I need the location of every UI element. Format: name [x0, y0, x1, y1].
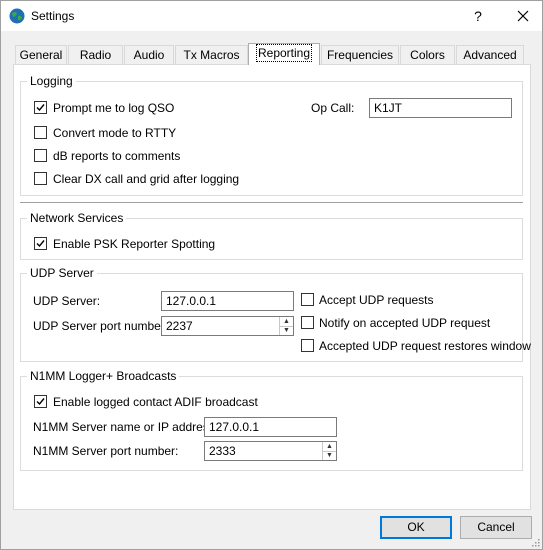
ok-button[interactable]: OK	[380, 516, 452, 539]
n1mm-title: N1MM Logger+ Broadcasts	[27, 369, 180, 383]
udp-server-title: UDP Server	[27, 266, 97, 280]
tab-radio[interactable]: Radio	[68, 45, 123, 64]
n1mm-server-input[interactable]: 127.0.0.1	[204, 417, 337, 437]
reporting-panel: Logging Prompt me to log QSO Convert mod…	[13, 64, 531, 510]
title-bar[interactable]: Settings ?	[1, 1, 542, 31]
tab-label: General	[19, 48, 63, 62]
n1mm-port-spinbox[interactable]: 2333 ▲ ▼	[204, 441, 337, 461]
accept-udp-label[interactable]: Accept UDP requests	[319, 293, 434, 307]
udp-server-input[interactable]: 127.0.0.1	[161, 291, 294, 311]
udp-port-label: UDP Server port number:	[33, 319, 169, 333]
tab-label: Radio	[79, 48, 112, 62]
prompt-log-qso-checkbox[interactable]	[34, 101, 47, 114]
cancel-button[interactable]: Cancel	[460, 516, 532, 539]
resize-grip-icon[interactable]	[530, 537, 540, 547]
db-comments-label[interactable]: dB reports to comments	[53, 149, 180, 163]
network-services-title: Network Services	[27, 211, 127, 225]
convert-rtty-label[interactable]: Convert mode to RTTY	[53, 126, 176, 140]
checkmark-icon	[36, 398, 45, 406]
window-title: Settings	[31, 9, 75, 23]
n1mm-port-label: N1MM Server port number:	[33, 444, 179, 458]
logging-group: Logging Prompt me to log QSO Convert mod…	[20, 74, 523, 196]
tab-label: Tx Macros	[183, 48, 240, 62]
checkmark-icon	[36, 240, 45, 248]
n1mm-group: N1MM Logger+ Broadcasts Enable logged co…	[20, 369, 523, 471]
op-call-input[interactable]: K1JT	[369, 98, 512, 118]
tab-frequencies[interactable]: Frequencies	[321, 45, 399, 64]
udp-port-spinbox[interactable]: 2237 ▲ ▼	[161, 316, 294, 336]
udp-server-label: UDP Server:	[33, 294, 101, 308]
n1mm-server-label: N1MM Server name or IP address:	[33, 420, 219, 434]
accept-udp-checkbox[interactable]	[301, 293, 314, 306]
separator	[20, 202, 523, 203]
tab-tx-macros[interactable]: Tx Macros	[175, 45, 248, 64]
notify-udp-checkbox[interactable]	[301, 316, 314, 329]
help-button[interactable]: ?	[463, 5, 493, 27]
psk-reporter-label[interactable]: Enable PSK Reporter Spotting	[53, 237, 215, 251]
clear-dx-checkbox[interactable]	[34, 172, 47, 185]
n1mm-port-value: 2333	[209, 444, 236, 458]
clear-dx-label[interactable]: Clear DX call and grid after logging	[53, 172, 239, 186]
prompt-log-qso-label[interactable]: Prompt me to log QSO	[53, 101, 174, 115]
close-button[interactable]	[506, 5, 540, 27]
checkmark-icon	[36, 104, 45, 112]
udp-port-value: 2237	[166, 319, 193, 333]
tab-label: Audio	[133, 48, 165, 62]
n1mm-port-spinner[interactable]: ▲ ▼	[322, 442, 336, 460]
tab-label: Reporting	[255, 44, 313, 62]
tab-label: Frequencies	[326, 48, 394, 62]
globe-icon	[9, 8, 25, 24]
udp-port-spinner[interactable]: ▲ ▼	[279, 317, 293, 335]
restores-window-label[interactable]: Accepted UDP request restores window	[319, 339, 531, 353]
udp-server-group: UDP Server UDP Server: 127.0.0.1 UDP Ser…	[20, 266, 531, 362]
close-icon	[517, 10, 529, 22]
spin-down-icon[interactable]: ▼	[280, 326, 293, 335]
tab-label: Colors	[410, 48, 445, 62]
tab-colors[interactable]: Colors	[400, 45, 455, 64]
tab-general[interactable]: General	[15, 45, 67, 64]
tab-advanced[interactable]: Advanced	[456, 45, 524, 64]
network-services-group: Network Services Enable PSK Reporter Spo…	[20, 211, 523, 260]
convert-rtty-checkbox[interactable]	[34, 126, 47, 139]
logging-group-title: Logging	[27, 74, 76, 88]
db-comments-checkbox[interactable]	[34, 149, 47, 162]
enable-adif-label[interactable]: Enable logged contact ADIF broadcast	[53, 395, 258, 409]
tab-audio[interactable]: Audio	[124, 45, 174, 64]
restores-window-checkbox[interactable]	[301, 339, 314, 352]
psk-reporter-checkbox[interactable]	[34, 237, 47, 250]
enable-adif-checkbox[interactable]	[34, 395, 47, 408]
notify-udp-label[interactable]: Notify on accepted UDP request	[319, 316, 490, 330]
settings-window: Settings ? General Radio Audio Tx Macros…	[0, 0, 543, 550]
tab-reporting[interactable]: Reporting	[248, 43, 320, 65]
op-call-label: Op Call:	[311, 101, 355, 115]
tab-label: Advanced	[463, 48, 517, 62]
spin-down-icon[interactable]: ▼	[323, 451, 336, 460]
